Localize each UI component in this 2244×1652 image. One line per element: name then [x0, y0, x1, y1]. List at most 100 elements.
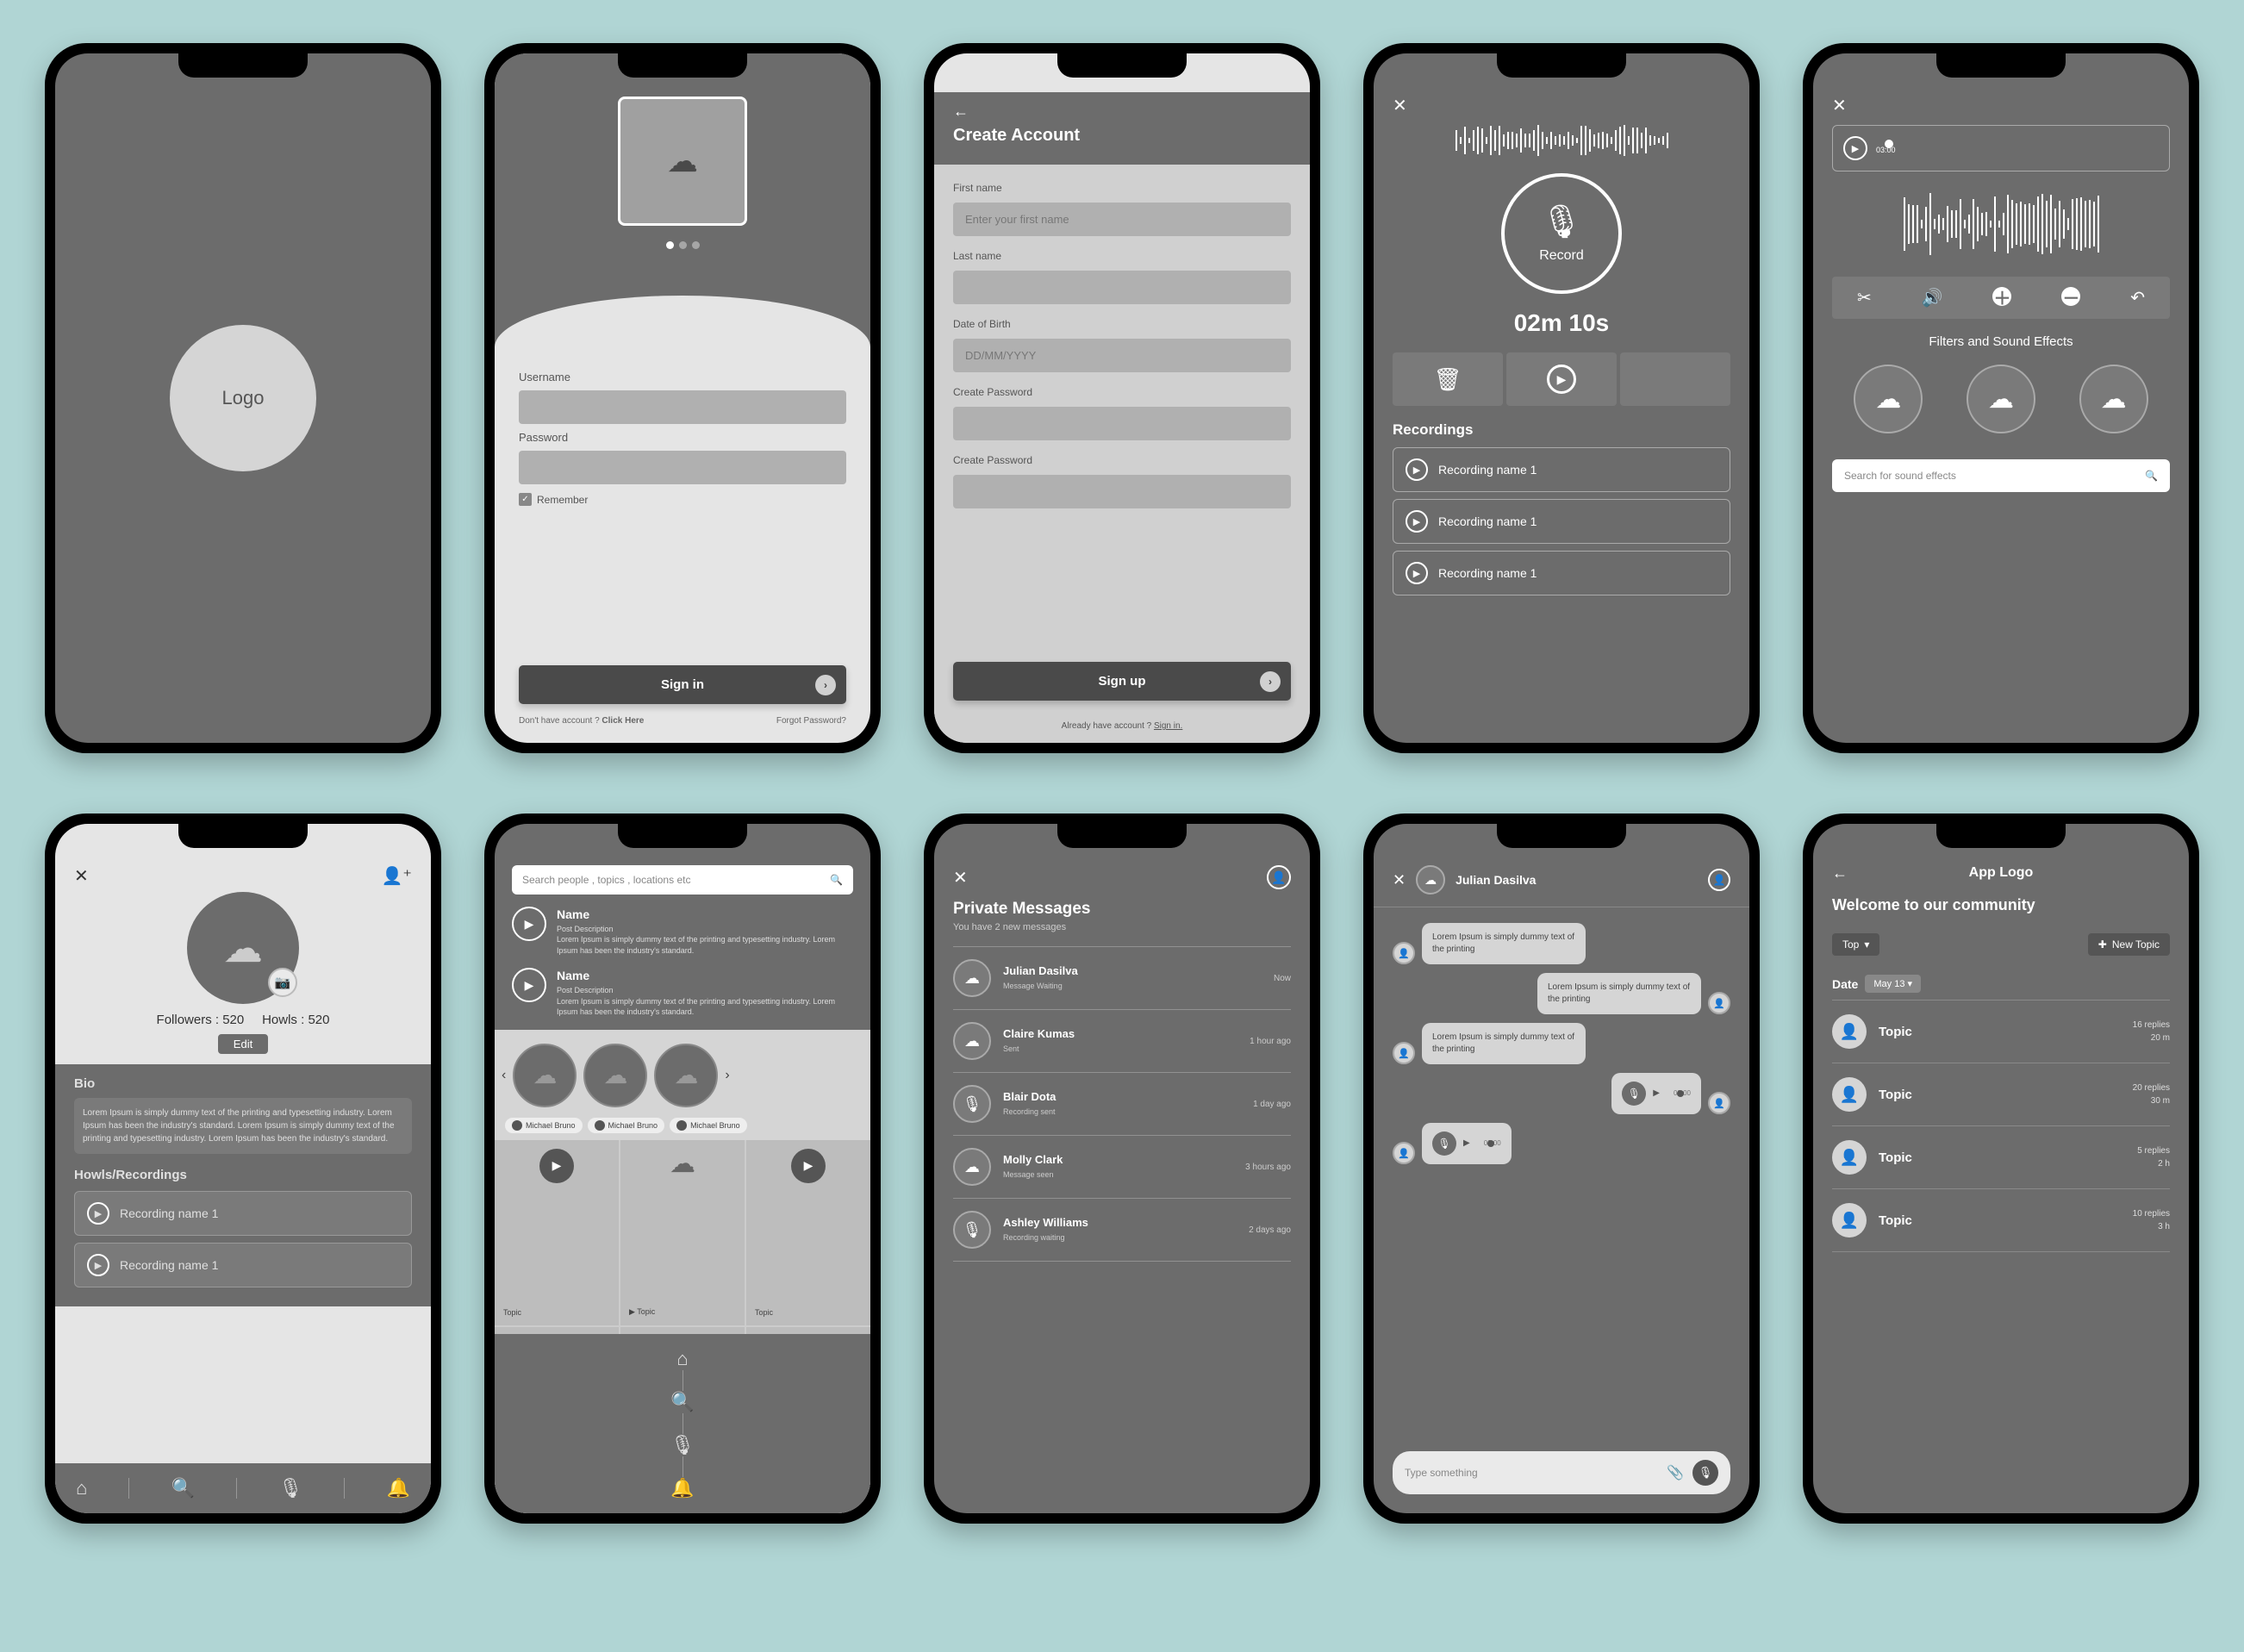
password-label: Password [519, 431, 846, 444]
password1-input[interactable] [953, 407, 1291, 440]
firstname-label: First name [953, 182, 1291, 194]
remove-icon[interactable]: － [2061, 287, 2080, 306]
play-icon[interactable]: ▶ [512, 907, 546, 941]
grid-item[interactable]: ▶Topic [495, 1140, 619, 1326]
filter-preset[interactable]: ☁ [1967, 365, 2035, 433]
avatar: 👤 [1708, 992, 1730, 1014]
camera-icon[interactable]: 📷 [268, 968, 297, 997]
play-icon[interactable]: ▶ [87, 1202, 109, 1225]
date-dropdown[interactable]: May 13 ▾ [1865, 975, 1921, 993]
filter-preset[interactable]: ☁ [1854, 365, 1923, 433]
tab-search-icon[interactable]: 🔍 [171, 1477, 195, 1499]
next-icon[interactable]: › [725, 1068, 729, 1083]
more-button[interactable] [1620, 352, 1730, 406]
story-item[interactable]: ☁ [513, 1044, 577, 1107]
attach-icon[interactable]: 📎 [1667, 1464, 1684, 1481]
play-icon[interactable]: ▶ [87, 1254, 109, 1276]
tab-record-icon[interactable]: 🎙 [670, 1434, 695, 1456]
play-icon[interactable]: ▶ [1406, 458, 1428, 481]
story-item[interactable]: ☁ [654, 1044, 718, 1107]
new-topic-button[interactable]: ✚ New Topic [2088, 933, 2170, 956]
dob-input[interactable] [953, 339, 1291, 372]
recording-item[interactable]: ▶Recording name 1 [1393, 499, 1730, 544]
carousel-dots[interactable] [666, 241, 700, 249]
close-icon[interactable]: ✕ [1393, 95, 1730, 116]
search-effects-input[interactable]: Search for sound effects 🔍 [1832, 459, 2170, 492]
prev-icon[interactable]: ‹ [502, 1068, 506, 1083]
mic-icon: 🎙 [1432, 1131, 1456, 1156]
record-button[interactable]: 🎙 Record [1501, 173, 1622, 294]
tab-home-icon[interactable]: ⌂ [676, 1348, 688, 1370]
message-input[interactable]: Type something 📎 🎙 [1393, 1451, 1730, 1494]
audio-player[interactable]: ▶ 03:00 [1832, 125, 2170, 171]
play-icon[interactable]: ▶ [512, 968, 546, 1002]
recording-item[interactable]: ▶Recording name 1 [74, 1243, 412, 1287]
forgot-password-link[interactable]: Forgot Password? [776, 716, 846, 726]
back-icon[interactable]: ← [953, 103, 1291, 121]
message-item[interactable]: ☁ Molly ClarkMessage seen 3 hours ago [953, 1136, 1291, 1199]
volume-icon[interactable]: 🔊 [1922, 287, 1943, 309]
create-account-link[interactable]: Don't have account ? Click Here [519, 716, 644, 726]
username-input[interactable] [519, 390, 846, 424]
back-icon[interactable]: ← [1832, 864, 1848, 882]
grid-item[interactable]: ☁▶ Topic [620, 1140, 745, 1326]
signup-button[interactable]: Sign up› [953, 662, 1291, 701]
tab-home-icon[interactable]: ⌂ [76, 1477, 87, 1499]
close-icon[interactable]: ✕ [953, 867, 968, 888]
recording-item[interactable]: ▶Recording name 1 [1393, 551, 1730, 595]
topic-item[interactable]: 👤 Topic 10 replies3 h [1832, 1189, 2170, 1252]
sort-dropdown[interactable]: Top ▾ [1832, 933, 1879, 956]
user-chip[interactable]: Michael Bruno [588, 1118, 665, 1133]
contact-name: Julian Dasilva [1455, 873, 1698, 887]
close-icon[interactable]: ✕ [74, 865, 89, 887]
profile-icon[interactable]: 👤 [1267, 865, 1291, 889]
dob-label: Date of Birth [953, 318, 1291, 330]
tab-search-icon[interactable]: 🔍 [670, 1391, 694, 1413]
tab-notifications-icon[interactable]: 🔔 [386, 1477, 409, 1499]
password2-input[interactable] [953, 475, 1291, 508]
cut-icon[interactable]: ✂ [1857, 287, 1872, 309]
remember-checkbox[interactable]: ✓Remember [519, 493, 846, 506]
play-icon[interactable]: ▶ [1843, 136, 1867, 160]
message-item[interactable]: 🎙 Ashley WilliamsRecording waiting 2 day… [953, 1199, 1291, 1262]
user-chip[interactable]: Michael Bruno [670, 1118, 747, 1133]
waveform-editor[interactable] [1832, 185, 2170, 263]
message-item[interactable]: ☁ Julian DasilvaMessage Waiting Now [953, 946, 1291, 1010]
filter-preset[interactable]: ☁ [2079, 365, 2148, 433]
grid-item[interactable]: ▶Topic [746, 1140, 870, 1326]
signin-link[interactable]: Already have account ? Sign in. [953, 721, 1291, 731]
undo-icon[interactable]: ↶ [2130, 287, 2145, 309]
search-input[interactable]: Search people , topics , locations etc 🔍 [512, 865, 853, 895]
topic-item[interactable]: 👤 Topic 5 replies2 h [1832, 1126, 2170, 1189]
story-item[interactable]: ☁ [583, 1044, 647, 1107]
recording-item[interactable]: ▶Recording name 1 [74, 1191, 412, 1236]
user-chip[interactable]: Michael Bruno [505, 1118, 583, 1133]
lastname-input[interactable] [953, 271, 1291, 304]
record-voice-button[interactable]: 🎙 [1692, 1460, 1718, 1486]
recording-item[interactable]: ▶Recording name 1 [1393, 447, 1730, 492]
profile-icon[interactable]: 👤 [1708, 869, 1730, 891]
topic-item[interactable]: 👤 Topic 16 replies20 m [1832, 1001, 2170, 1063]
message-item[interactable]: ☁ Claire KumasSent 1 hour ago [953, 1010, 1291, 1073]
close-icon[interactable]: ✕ [1832, 95, 2170, 116]
play-button[interactable]: ▶ [1506, 352, 1617, 406]
play-icon[interactable]: ▶ [1406, 562, 1428, 584]
tab-record-icon[interactable]: 🎙 [278, 1477, 302, 1499]
edit-button[interactable]: Edit [218, 1034, 268, 1054]
feed-post[interactable]: ▶ NamePost DescriptionLorem Ipsum is sim… [512, 907, 853, 956]
voice-message[interactable]: 🎙 ▶ 03:00 [1611, 1073, 1701, 1114]
signin-button[interactable]: Sign in› [519, 665, 846, 704]
firstname-input[interactable] [953, 203, 1291, 236]
close-icon[interactable]: ✕ [1393, 871, 1406, 889]
password-input[interactable] [519, 451, 846, 484]
message-item[interactable]: 🎙 Blair DotaRecording sent 1 day ago [953, 1073, 1291, 1136]
add-icon[interactable]: ＋ [1992, 287, 2011, 306]
recordings-heading: Recordings [1393, 421, 1730, 439]
add-friend-icon[interactable]: 👤⁺ [382, 865, 412, 887]
feed-post[interactable]: ▶ NamePost DescriptionLorem Ipsum is sim… [512, 968, 853, 1017]
delete-button[interactable]: 🗑 [1393, 352, 1503, 406]
tab-notifications-icon[interactable]: 🔔 [670, 1477, 694, 1499]
voice-message[interactable]: 🎙 ▶ 03:00 [1422, 1123, 1512, 1164]
play-icon[interactable]: ▶ [1406, 510, 1428, 533]
topic-item[interactable]: 👤 Topic 20 replies30 m [1832, 1063, 2170, 1126]
